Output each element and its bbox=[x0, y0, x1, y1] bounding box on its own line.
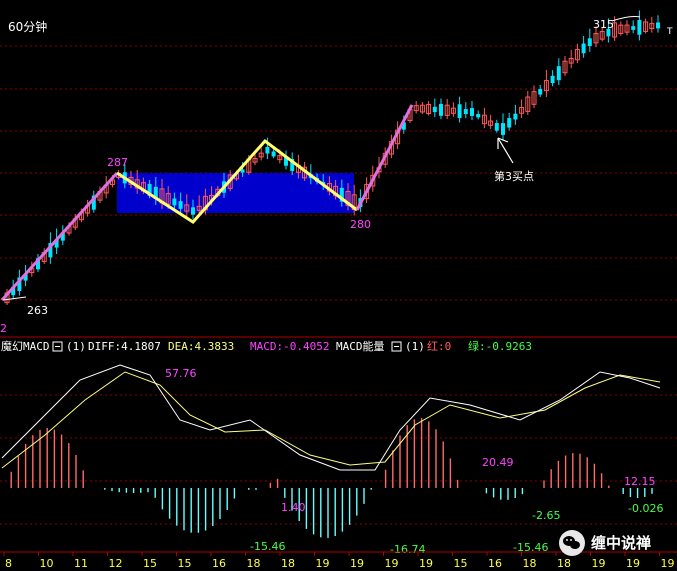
macd-grid bbox=[0, 394, 677, 525]
x-tick-label: 18 bbox=[247, 557, 261, 570]
macd-label-8: 12.15 bbox=[624, 475, 656, 488]
wechat-icon bbox=[559, 530, 585, 556]
candle-body-down bbox=[556, 66, 561, 81]
candle-body-down bbox=[470, 108, 474, 116]
x-tick-label: 10 bbox=[40, 557, 54, 570]
candle-body-down bbox=[271, 151, 276, 157]
label-corner-left: 2 bbox=[0, 322, 7, 335]
dea-line bbox=[1, 371, 661, 469]
x-tick-label: 18 bbox=[557, 557, 571, 570]
label-buy-point: 第3买点 bbox=[494, 169, 534, 183]
x-tick-label: 19 bbox=[419, 557, 433, 570]
x-tick-label: 15 bbox=[178, 557, 192, 570]
candle-body-down bbox=[439, 103, 443, 116]
candle-body-down bbox=[501, 123, 505, 135]
indicator-name: 魔幻MACD bbox=[1, 339, 50, 353]
candle-body-down bbox=[631, 26, 636, 30]
period-label: 60分钟 bbox=[8, 19, 47, 34]
candle-body-down bbox=[463, 109, 468, 115]
candle-body-down bbox=[476, 114, 481, 118]
candle-body-down bbox=[507, 118, 512, 128]
high-marker-line bbox=[611, 16, 641, 22]
x-tick-label: 15 bbox=[454, 557, 468, 570]
candle-body-down bbox=[587, 38, 592, 47]
indicator-macd: MACD:-0.4052 bbox=[250, 340, 329, 353]
candles bbox=[4, 10, 660, 306]
candle-body-down bbox=[538, 89, 543, 95]
low-marker-line bbox=[2, 296, 27, 301]
indicator-energy-name: MACD能量 bbox=[336, 339, 385, 353]
label-high-right: 315 bbox=[593, 18, 614, 31]
candle-body-down bbox=[191, 207, 195, 215]
watermark-text: 缠中说禅 bbox=[591, 534, 651, 552]
zigzag-pink-right bbox=[355, 104, 414, 211]
candle-body-down bbox=[432, 106, 437, 113]
x-tick-label: 19 bbox=[626, 557, 640, 570]
x-tick-label: 19 bbox=[385, 557, 399, 570]
x-tick-label: 18 bbox=[523, 557, 537, 570]
label-low-box: 280 bbox=[350, 218, 371, 231]
x-tick-label: 8 bbox=[5, 557, 12, 570]
indicator-param1: (1) bbox=[66, 340, 86, 353]
x-tick-label: 12 bbox=[109, 557, 123, 570]
arrow-up-left-icon bbox=[497, 137, 514, 164]
indicator-bar: 魔幻MACD (1) DIFF:4.1807 DEA:4.3833 MACD:-… bbox=[1, 339, 532, 353]
chart-canvas: 263 287 280 315 2 T 第3买点 60分钟 魔幻MACD (1)… bbox=[0, 10, 677, 570]
candle-body-down bbox=[513, 113, 518, 120]
candle-body-down bbox=[178, 201, 183, 209]
indicator-dea: DEA:4.3833 bbox=[168, 340, 234, 353]
label-corner-right: T bbox=[666, 27, 673, 37]
x-tick-label: 19 bbox=[592, 557, 606, 570]
macd-label-6: -2.65 bbox=[532, 509, 560, 522]
x-tick-label: 16 bbox=[488, 557, 502, 570]
indicator-diff: DIFF:4.1807 bbox=[88, 340, 161, 353]
diff-line bbox=[1, 364, 661, 471]
x-tick-label: 18 bbox=[281, 557, 295, 570]
macd-label-5: 20.49 bbox=[482, 456, 514, 469]
macd-label-4: -16.74 bbox=[390, 543, 425, 556]
candle-body-down bbox=[581, 43, 586, 54]
candle-body-down bbox=[550, 75, 555, 84]
indicator-param2: (1) bbox=[405, 340, 425, 353]
x-tick-label: 16 bbox=[212, 557, 226, 570]
x-tick-label: 19 bbox=[661, 557, 675, 570]
candle-body-down bbox=[457, 104, 462, 119]
label-low-left: 263 bbox=[27, 304, 48, 317]
label-peak-left: 287 bbox=[107, 156, 128, 169]
candle-body-down bbox=[494, 123, 499, 131]
zigzag-pink-left bbox=[0, 171, 119, 302]
indicator-green: 绿:-0.9263 bbox=[468, 339, 532, 353]
macd-label-3: -15.46 bbox=[250, 540, 285, 553]
macd-label-1: 57.76 bbox=[165, 367, 197, 380]
candle-body-down bbox=[172, 198, 177, 206]
candle-body-down bbox=[637, 19, 642, 35]
indicator-red: 红:0 bbox=[427, 340, 451, 353]
macd-label-2: 1.40 bbox=[281, 501, 306, 514]
candle-body-down bbox=[656, 22, 660, 29]
x-tick-label: 19 bbox=[316, 557, 330, 570]
candle-body-down bbox=[265, 146, 270, 154]
macd-label-9: -0.026 bbox=[628, 502, 663, 515]
x-tick-label: 11 bbox=[74, 557, 88, 570]
x-tick-label: 15 bbox=[143, 557, 157, 570]
x-tick-label: 19 bbox=[350, 557, 364, 570]
